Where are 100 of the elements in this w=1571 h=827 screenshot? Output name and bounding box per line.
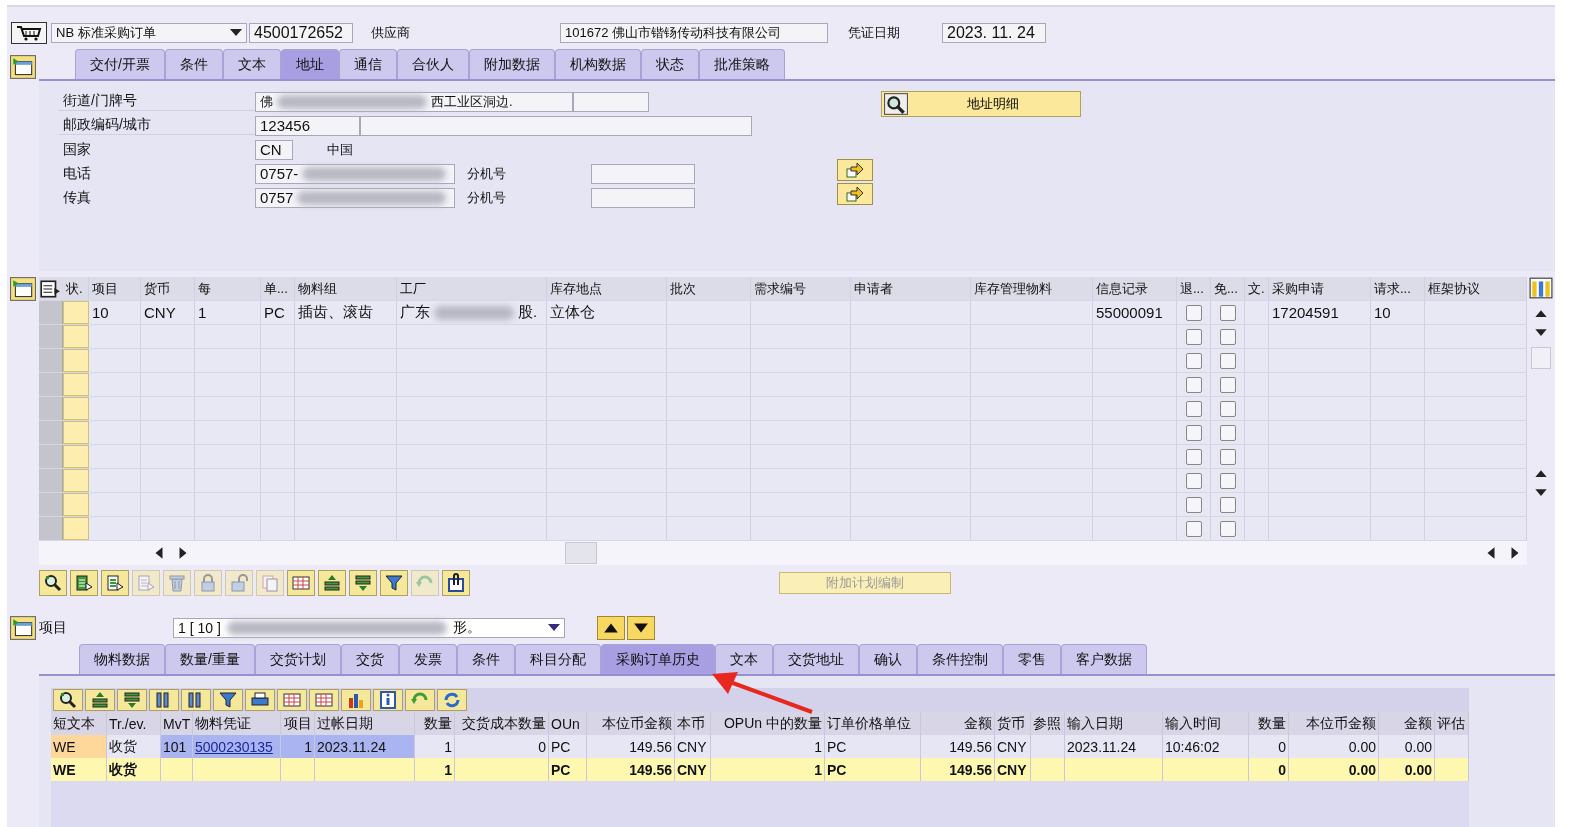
order-type-dropdown[interactable]: NB 标准采购订单 xyxy=(51,23,247,43)
city-field[interactable] xyxy=(360,115,752,136)
layout-icon[interactable] xyxy=(39,278,61,299)
checkbox[interactable] xyxy=(1185,328,1202,345)
chart-icon[interactable] xyxy=(341,689,371,711)
column-header[interactable]: 货币 xyxy=(141,277,195,300)
column-header[interactable]: 单... xyxy=(261,277,295,300)
sort-up-icon[interactable] xyxy=(318,570,346,596)
undo-icon[interactable] xyxy=(405,689,435,711)
grid-icon[interactable] xyxy=(309,689,339,711)
column-settings-icon[interactable] xyxy=(1528,277,1553,299)
select-block-icon[interactable] xyxy=(101,570,129,596)
item-tab[interactable]: 文本 xyxy=(714,644,773,674)
header-tab[interactable]: 交付/开票 xyxy=(75,49,165,79)
column-header[interactable]: 需求编号 xyxy=(751,277,851,300)
column-header[interactable]: 请求... xyxy=(1371,277,1425,300)
checkbox[interactable] xyxy=(1219,424,1236,441)
column-header[interactable]: 库存地点 xyxy=(547,277,667,300)
checkbox[interactable] xyxy=(1219,352,1236,369)
item-dropdown[interactable]: 1 [ 10 ] 形。 xyxy=(173,618,565,638)
column-header[interactable]: 文. xyxy=(1245,277,1269,300)
column-header[interactable]: 工厂 xyxy=(397,277,547,300)
select-all-icon[interactable] xyxy=(70,570,98,596)
column-header[interactable]: 框架协议 xyxy=(1425,277,1527,300)
item-tab[interactable]: 采购订单历史 xyxy=(600,644,715,674)
header-tab[interactable]: 合伙人 xyxy=(396,49,469,79)
column-header[interactable]: 项目 xyxy=(89,277,141,300)
scroll-right-icon[interactable] xyxy=(177,546,189,560)
refresh-icon[interactable] xyxy=(437,689,467,711)
item-tab[interactable]: 科目分配 xyxy=(514,644,601,674)
checkbox[interactable] xyxy=(1219,448,1236,465)
print-icon[interactable] xyxy=(245,689,275,711)
house-number-field[interactable] xyxy=(573,91,649,112)
country-code-field[interactable]: CN xyxy=(255,139,293,160)
checkbox[interactable] xyxy=(1185,520,1202,537)
item-tab[interactable]: 客户数据 xyxy=(1060,644,1147,674)
header-tab[interactable]: 地址 xyxy=(280,49,339,79)
item-tab[interactable]: 条件控制 xyxy=(916,644,1003,674)
header-tab[interactable]: 通信 xyxy=(338,49,397,79)
column-header[interactable]: 每 xyxy=(195,277,261,300)
scroll-up-icon[interactable] xyxy=(1533,309,1548,318)
checkbox[interactable] xyxy=(1219,520,1236,537)
checkbox[interactable] xyxy=(1219,496,1236,513)
checkbox[interactable] xyxy=(1219,400,1236,417)
document-date-field[interactable]: 2023. 11. 24 xyxy=(942,23,1046,43)
item-tab[interactable]: 交货地址 xyxy=(772,644,859,674)
column-header[interactable]: 采购申请 xyxy=(1269,277,1371,300)
sort-up-icon[interactable] xyxy=(85,689,115,711)
grid-icon[interactable] xyxy=(287,570,315,596)
detail-icon[interactable] xyxy=(53,689,83,711)
scroll-down-icon[interactable] xyxy=(1533,328,1548,337)
item-tab[interactable]: 交货计划 xyxy=(254,644,341,674)
item-tab[interactable]: 确认 xyxy=(858,644,917,674)
scroll-left-icon[interactable] xyxy=(153,546,165,560)
columns-icon[interactable] xyxy=(149,689,179,711)
po-number-field[interactable]: 4500172652 xyxy=(249,23,353,43)
document-link[interactable]: 5000230135 xyxy=(193,735,281,758)
column-header[interactable]: 状. xyxy=(63,277,89,300)
sort-down-icon[interactable] xyxy=(117,689,147,711)
scroll-left-icon[interactable] xyxy=(1485,546,1497,560)
checkbox[interactable] xyxy=(1185,376,1202,393)
column-header[interactable]: 信息记录 xyxy=(1093,277,1177,300)
column-header[interactable]: 物料组 xyxy=(295,277,397,300)
item-tab[interactable]: 条件 xyxy=(456,644,515,674)
phone-field[interactable]: 0757 xyxy=(255,187,455,208)
item-tab[interactable]: 交货 xyxy=(340,644,399,674)
column-header[interactable]: 申请者 xyxy=(851,277,971,300)
column-header[interactable]: 批次 xyxy=(667,277,751,300)
street-field[interactable]: 佛 西工业区洞边. xyxy=(255,91,573,112)
scroll-right-icon[interactable] xyxy=(1509,546,1521,560)
header-tab[interactable]: 条件 xyxy=(164,49,223,79)
address-detail-button[interactable]: 地址明细 xyxy=(881,91,1081,117)
filter-icon[interactable] xyxy=(213,689,243,711)
header-tab[interactable]: 状态 xyxy=(640,49,699,79)
checkbox[interactable] xyxy=(1185,448,1202,465)
checkbox[interactable] xyxy=(1219,328,1236,345)
panel-toggle-icon[interactable] xyxy=(10,277,36,301)
header-tab[interactable]: 文本 xyxy=(222,49,281,79)
scroll-down-icon[interactable] xyxy=(1533,488,1548,497)
column-header[interactable]: 退... xyxy=(1177,277,1211,300)
checkbox[interactable] xyxy=(1185,496,1202,513)
checkbox[interactable] xyxy=(1185,424,1202,441)
detail-icon[interactable] xyxy=(39,570,67,596)
extension-field[interactable] xyxy=(591,163,695,184)
checkbox[interactable] xyxy=(1219,304,1236,321)
info-icon[interactable] xyxy=(373,689,403,711)
column-header[interactable]: 库存管理物料 xyxy=(971,277,1093,300)
next-item-button[interactable] xyxy=(627,616,655,640)
item-tab[interactable]: 发票 xyxy=(398,644,457,674)
checkbox[interactable] xyxy=(1185,472,1202,489)
checkbox[interactable] xyxy=(1185,304,1202,321)
checkbox[interactable] xyxy=(1185,352,1202,369)
grid-icon[interactable] xyxy=(277,689,307,711)
previous-item-button[interactable] xyxy=(597,616,625,640)
header-tab[interactable]: 机构数据 xyxy=(554,49,641,79)
panel-toggle-icon[interactable] xyxy=(10,55,36,79)
sort-down-icon[interactable] xyxy=(349,570,377,596)
columns-icon[interactable] xyxy=(181,689,211,711)
filter-icon[interactable] xyxy=(380,570,408,596)
scroll-up-icon[interactable] xyxy=(1533,469,1548,478)
